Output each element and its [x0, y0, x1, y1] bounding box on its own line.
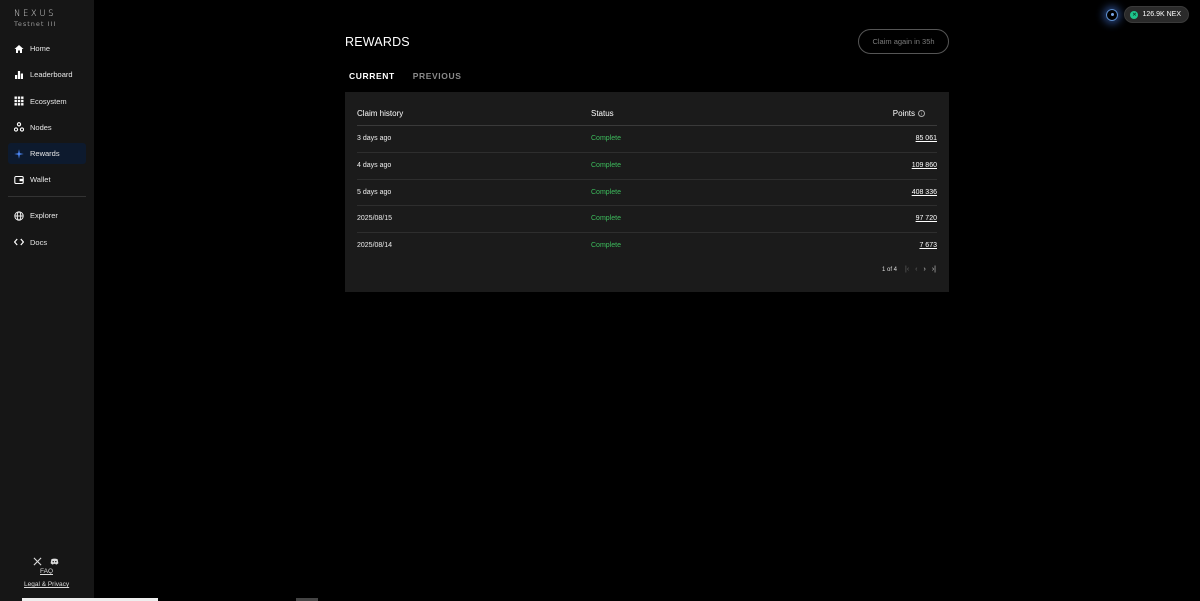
row-date: 2025/08/15: [357, 215, 393, 223]
sidebar-item-rewards[interactable]: Rewards: [8, 143, 86, 165]
table-body: 3 days ago Complete 85 061 4 days ago Co…: [357, 126, 937, 260]
home-icon: [13, 43, 24, 54]
brand-name: NEXUS: [14, 9, 57, 19]
row-points-link[interactable]: 7 673: [919, 242, 937, 249]
sidebar-item-home[interactable]: Home: [8, 38, 86, 59]
sidebar-item-label: Leaderboard: [30, 70, 73, 80]
status-glow-icon[interactable]: [1106, 8, 1119, 21]
next-page-icon[interactable]: ›: [924, 266, 926, 274]
sidebar-nav: Home Leaderboard Ecosystem Nodes Rewards: [8, 38, 86, 258]
sidebar: NEXUS Testnet III Home Leaderboard Ecosy…: [0, 0, 94, 601]
row-status: Complete: [591, 215, 621, 223]
row-status: Complete: [591, 242, 621, 250]
wallet-icon: [13, 174, 24, 185]
tab-previous[interactable]: PREVIOUS: [413, 71, 462, 81]
table-row: 4 days ago Complete 109 860: [357, 153, 937, 180]
table-row: 2025/08/15 Complete 97 720: [357, 206, 937, 234]
top-right-controls: ✕ 126.9K NEX: [1106, 6, 1189, 23]
page-indicator: 1 of 4: [881, 267, 897, 273]
row-status: Complete: [591, 161, 621, 169]
sidebar-item-label: Home: [30, 44, 51, 53]
row-points-link[interactable]: 97 720: [916, 215, 937, 222]
rewards-tabs: CURRENT PREVIOUS: [349, 71, 462, 81]
page-title: REWARDS: [345, 35, 410, 49]
sidebar-item-label: Explorer: [30, 211, 58, 221]
claim-again-button[interactable]: Claim again in 35h: [858, 29, 949, 54]
row-points-link[interactable]: 408 336: [912, 189, 937, 196]
balance-amount: 126.9K NEX: [1142, 11, 1181, 18]
table-row: 2025/08/14 Complete 7 673: [357, 233, 937, 260]
claim-history-table: Claim history Status Points i 3 days ago…: [345, 92, 949, 292]
sidebar-item-nodes[interactable]: Nodes: [8, 117, 86, 138]
sidebar-item-label: Ecosystem: [30, 96, 67, 106]
sidebar-item-label: Wallet: [30, 175, 51, 185]
row-date: 5 days ago: [357, 188, 392, 196]
sidebar-item-label: Rewards: [30, 149, 60, 159]
bar-chart-icon: [13, 69, 24, 80]
globe-icon: [13, 210, 24, 221]
column-header-status: Status: [591, 109, 614, 118]
grid-icon: [13, 96, 24, 107]
column-header-points: Points: [892, 109, 915, 118]
pagination: 1 of 4 |‹ ‹ › ›|: [882, 266, 936, 274]
row-date: 3 days ago: [357, 135, 392, 142]
sidebar-divider: [8, 196, 86, 198]
prev-page-icon[interactable]: ‹: [915, 266, 917, 274]
sparkle-icon: [13, 148, 24, 159]
tab-current[interactable]: CURRENT: [349, 71, 395, 81]
row-points-link[interactable]: 109 860: [912, 162, 937, 169]
sidebar-item-ecosystem[interactable]: Ecosystem: [8, 91, 86, 112]
sidebar-item-leaderboard[interactable]: Leaderboard: [8, 64, 86, 85]
column-header-history: Claim history: [357, 109, 404, 118]
legal-privacy-link[interactable]: Legal & Privacy: [24, 581, 69, 588]
sidebar-item-label: Docs: [30, 237, 48, 247]
brand-logo[interactable]: NEXUS Testnet III: [14, 9, 56, 28]
table-header: Claim history Status Points i: [357, 92, 937, 126]
table-row: 3 days ago Complete 85 061: [357, 126, 937, 153]
nex-token-icon: ✕: [1130, 10, 1139, 19]
last-page-icon[interactable]: ›|: [932, 266, 936, 274]
row-date: 2025/08/14: [357, 242, 393, 250]
info-icon[interactable]: i: [918, 110, 925, 117]
nodes-icon: [13, 122, 24, 133]
row-points-link[interactable]: 85 061: [916, 135, 937, 142]
sidebar-item-wallet[interactable]: Wallet: [8, 169, 86, 190]
row-status: Complete: [591, 135, 621, 142]
sidebar-item-label: Nodes: [30, 122, 52, 132]
sidebar-item-docs[interactable]: Docs: [8, 232, 86, 253]
brand-subtitle: Testnet III: [14, 20, 57, 28]
balance-badge[interactable]: ✕ 126.9K NEX: [1124, 6, 1189, 23]
first-page-icon[interactable]: |‹: [905, 266, 909, 274]
table-row: 5 days ago Complete 408 336: [357, 180, 937, 207]
faq-link[interactable]: FAQ: [40, 568, 53, 575]
sidebar-item-explorer[interactable]: Explorer: [8, 205, 86, 226]
code-icon: [13, 237, 24, 248]
row-date: 4 days ago: [357, 161, 392, 169]
row-status: Complete: [591, 188, 621, 196]
